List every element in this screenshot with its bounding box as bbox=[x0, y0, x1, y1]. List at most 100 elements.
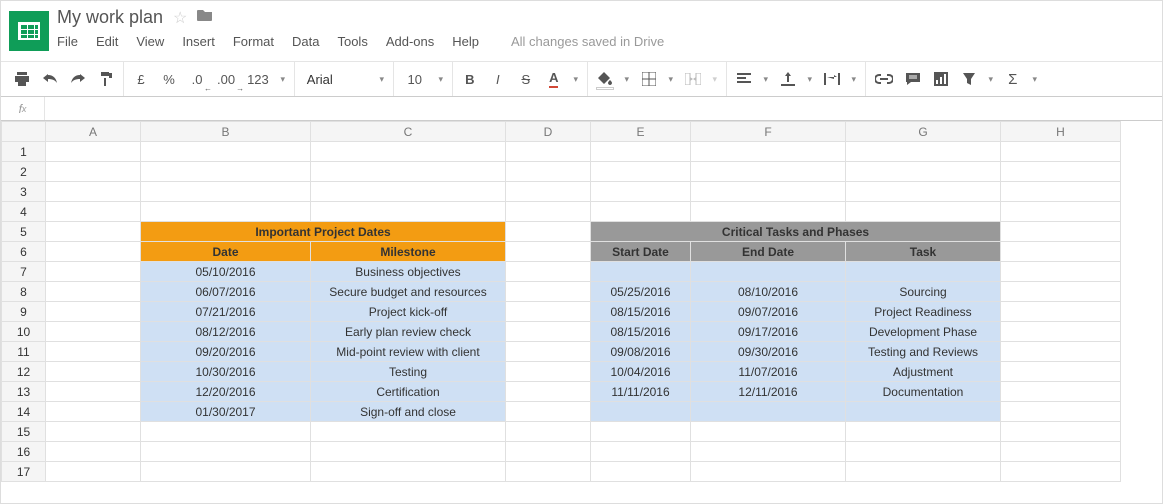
column-header[interactable]: D bbox=[506, 122, 591, 142]
insert-chart-icon[interactable] bbox=[930, 67, 952, 91]
cell[interactable] bbox=[311, 422, 506, 442]
row-header[interactable]: 8 bbox=[2, 282, 46, 302]
cell[interactable] bbox=[311, 462, 506, 482]
cell[interactable] bbox=[1001, 142, 1121, 162]
menu-addons[interactable]: Add-ons bbox=[386, 34, 434, 49]
menu-help[interactable]: Help bbox=[452, 34, 479, 49]
row-header[interactable]: 10 bbox=[2, 322, 46, 342]
cell[interactable]: Testing and Reviews bbox=[846, 342, 1001, 362]
cell[interactable] bbox=[591, 202, 691, 222]
cell[interactable]: 11/11/2016 bbox=[591, 382, 691, 402]
cell[interactable] bbox=[506, 382, 591, 402]
cell[interactable]: 10/04/2016 bbox=[591, 362, 691, 382]
cell[interactable]: Task bbox=[846, 242, 1001, 262]
cell[interactable]: 10/30/2016 bbox=[141, 362, 311, 382]
cell[interactable] bbox=[46, 202, 141, 222]
cell[interactable]: Project kick-off bbox=[311, 302, 506, 322]
row-header[interactable]: 5 bbox=[2, 222, 46, 242]
cell[interactable] bbox=[46, 462, 141, 482]
cell[interactable]: End Date bbox=[691, 242, 846, 262]
cell[interactable] bbox=[506, 342, 591, 362]
cell[interactable] bbox=[46, 362, 141, 382]
row-header[interactable]: 9 bbox=[2, 302, 46, 322]
menu-data[interactable]: Data bbox=[292, 34, 319, 49]
spreadsheet-grid[interactable]: ABCDEFGH12345Important Project DatesCrit… bbox=[1, 121, 1162, 503]
cell[interactable]: 08/12/2016 bbox=[141, 322, 311, 342]
cell[interactable] bbox=[46, 222, 141, 242]
strikethrough-button[interactable]: S bbox=[515, 67, 537, 91]
cell[interactable] bbox=[506, 262, 591, 282]
cell[interactable] bbox=[506, 282, 591, 302]
cell[interactable] bbox=[141, 142, 311, 162]
row-header[interactable]: 16 bbox=[2, 442, 46, 462]
cell[interactable] bbox=[141, 202, 311, 222]
column-header[interactable]: B bbox=[141, 122, 311, 142]
cell[interactable] bbox=[846, 262, 1001, 282]
insert-comment-icon[interactable] bbox=[902, 67, 924, 91]
cell[interactable] bbox=[691, 442, 846, 462]
cell[interactable] bbox=[1001, 322, 1121, 342]
cell[interactable]: 01/30/2017 bbox=[141, 402, 311, 422]
fill-color-button[interactable] bbox=[594, 67, 616, 91]
cell[interactable] bbox=[506, 462, 591, 482]
cell[interactable] bbox=[46, 302, 141, 322]
cell[interactable] bbox=[1001, 382, 1121, 402]
chevron-down-icon[interactable]: ▾ bbox=[278, 74, 288, 85]
merge-cells-button[interactable] bbox=[682, 67, 704, 91]
cell[interactable]: 09/30/2016 bbox=[691, 342, 846, 362]
cell[interactable] bbox=[46, 342, 141, 362]
menu-tools[interactable]: Tools bbox=[337, 34, 367, 49]
folder-icon[interactable] bbox=[197, 8, 213, 27]
cell[interactable] bbox=[591, 262, 691, 282]
chevron-down-icon[interactable]: ▾ bbox=[710, 74, 720, 85]
cell[interactable] bbox=[691, 402, 846, 422]
cell[interactable] bbox=[46, 242, 141, 262]
cell[interactable] bbox=[1001, 342, 1121, 362]
cell[interactable] bbox=[506, 402, 591, 422]
cell[interactable] bbox=[46, 262, 141, 282]
cell[interactable]: Project Readiness bbox=[846, 302, 1001, 322]
star-icon[interactable]: ☆ bbox=[173, 8, 187, 28]
cell[interactable] bbox=[846, 442, 1001, 462]
bold-button[interactable]: B bbox=[459, 67, 481, 91]
cell[interactable] bbox=[311, 142, 506, 162]
cell[interactable]: Documentation bbox=[846, 382, 1001, 402]
vertical-align-button[interactable] bbox=[777, 67, 799, 91]
cell[interactable] bbox=[506, 322, 591, 342]
cell[interactable] bbox=[46, 182, 141, 202]
cell[interactable] bbox=[141, 462, 311, 482]
cell[interactable]: 08/15/2016 bbox=[591, 322, 691, 342]
cell[interactable] bbox=[141, 162, 311, 182]
cell[interactable] bbox=[591, 402, 691, 422]
cell[interactable]: Start Date bbox=[591, 242, 691, 262]
cell[interactable]: 12/20/2016 bbox=[141, 382, 311, 402]
font-size-select[interactable]: 10 bbox=[400, 67, 430, 91]
cell[interactable] bbox=[506, 142, 591, 162]
cell[interactable] bbox=[1001, 462, 1121, 482]
cell[interactable] bbox=[846, 202, 1001, 222]
cell[interactable]: Certification bbox=[311, 382, 506, 402]
chevron-down-icon[interactable]: ▾ bbox=[571, 74, 581, 85]
chevron-down-icon[interactable]: ▾ bbox=[666, 74, 676, 85]
more-formats[interactable]: 123 bbox=[244, 67, 272, 91]
functions-button[interactable]: Σ bbox=[1002, 67, 1024, 91]
cell[interactable] bbox=[311, 202, 506, 222]
insert-link-icon[interactable] bbox=[872, 67, 896, 91]
cell[interactable]: 09/17/2016 bbox=[691, 322, 846, 342]
cell[interactable] bbox=[46, 142, 141, 162]
menu-file[interactable]: File bbox=[57, 34, 78, 49]
cell[interactable]: Business objectives bbox=[311, 262, 506, 282]
row-header[interactable]: 6 bbox=[2, 242, 46, 262]
paint-format-icon[interactable] bbox=[95, 67, 117, 91]
cell[interactable] bbox=[846, 182, 1001, 202]
cell[interactable] bbox=[1001, 302, 1121, 322]
column-header[interactable]: G bbox=[846, 122, 1001, 142]
format-currency[interactable]: £ bbox=[130, 67, 152, 91]
borders-button[interactable] bbox=[638, 67, 660, 91]
row-header[interactable]: 4 bbox=[2, 202, 46, 222]
cell[interactable] bbox=[506, 422, 591, 442]
cell[interactable]: Early plan review check bbox=[311, 322, 506, 342]
cell[interactable] bbox=[691, 262, 846, 282]
select-all-cell[interactable] bbox=[2, 122, 46, 142]
cell[interactable]: Milestone bbox=[311, 242, 506, 262]
